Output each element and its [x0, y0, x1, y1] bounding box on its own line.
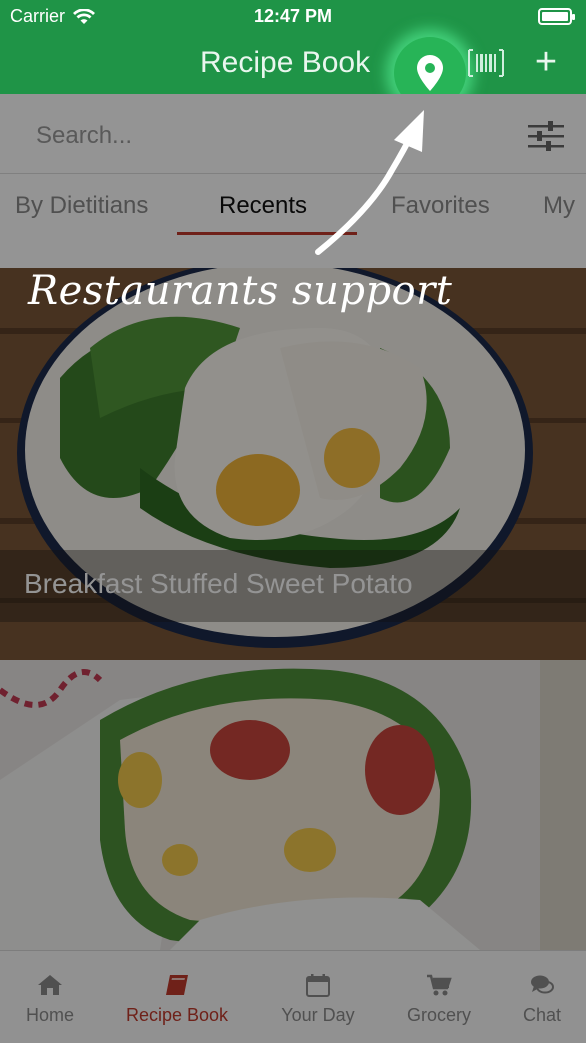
tabbar-label: Chat [522, 1005, 562, 1025]
tabbar-item-chat[interactable]: Chat [506, 951, 578, 1043]
card-caption: Breakfast Stuffed Sweet Potato [0, 550, 586, 622]
recipe-card[interactable]: Breakfast Stuffed Sweet Potato [0, 268, 586, 660]
book-icon [166, 975, 188, 995]
nav-bar: Recipe Book + [0, 32, 586, 109]
tabbar-item-your-day[interactable]: Your Day [262, 951, 374, 1043]
recipe-photo [0, 660, 586, 950]
tabbar-label: Recipe Book [125, 1005, 229, 1025]
battery-icon [538, 8, 575, 25]
tabbar-item-home[interactable]: Home [0, 951, 100, 1043]
tab-my[interactable]: My [543, 192, 575, 220]
map-pin-icon [417, 55, 443, 91]
barcode-scan-button[interactable] [466, 46, 506, 80]
page-title: Recipe Book [200, 46, 371, 79]
tabbar-item-recipe-book[interactable]: Recipe Book [110, 951, 244, 1043]
calendar-icon [306, 974, 330, 997]
active-tab-indicator [177, 232, 357, 235]
tabbar-label: Your Day [281, 1005, 355, 1025]
home-icon [38, 975, 62, 995]
recipe-tabs: By Dietitians Recents Favorites My [0, 174, 586, 268]
search-input[interactable]: Search... [36, 122, 132, 150]
annotation-text: Restaurants support [28, 268, 453, 314]
barcode-icon [468, 49, 504, 77]
filter-button[interactable] [526, 118, 566, 154]
recipe-title: Breakfast Stuffed Sweet Potato [24, 568, 413, 599]
status-bar: Carrier 12:47 PM [0, 0, 586, 32]
recipe-card[interactable] [0, 660, 586, 950]
cart-icon [427, 974, 452, 996]
bottom-tab-bar: Home Recipe Book Your Day Grocery Chat [0, 950, 586, 1043]
chat-icon [531, 975, 554, 994]
tab-recents[interactable]: Recents [219, 192, 307, 220]
search-bar: Search... [0, 94, 586, 174]
tabbar-item-grocery[interactable]: Grocery [388, 951, 490, 1043]
add-recipe-button[interactable]: + [526, 40, 566, 84]
sliders-icon [528, 121, 564, 151]
status-time: 12:47 PM [253, 6, 333, 26]
tab-favorites[interactable]: Favorites [391, 192, 490, 220]
tabbar-label: Home [25, 1005, 74, 1025]
tab-by-dietitians[interactable]: By Dietitians [15, 192, 148, 220]
tabbar-label: Grocery [406, 1005, 471, 1025]
